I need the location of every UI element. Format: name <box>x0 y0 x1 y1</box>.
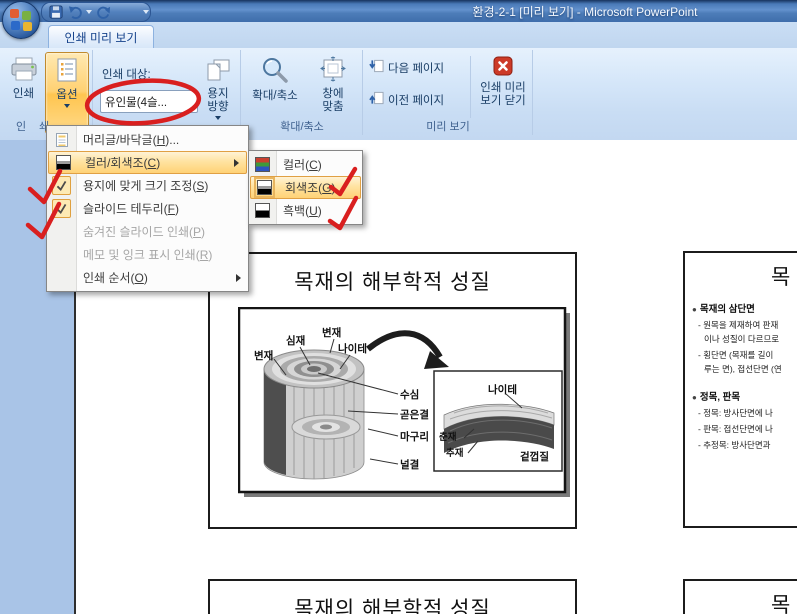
group-label-preview: 미리 보기 <box>364 118 532 134</box>
close-x-icon <box>493 56 513 80</box>
color-swatch-icon <box>249 157 276 172</box>
checkmark-icon <box>52 199 71 218</box>
ribbon-group-zoom: 확대/축소 창에 맞춤 확대/축소 <box>242 50 363 135</box>
orientation-button[interactable]: 용지 방향 <box>198 52 238 132</box>
svg-text:널결: 널결 <box>400 458 419 471</box>
separator <box>470 56 471 118</box>
ribbon-group-print: 인쇄 옵션 인쇄 <box>2 50 93 135</box>
close-print-preview-button[interactable]: 인쇄 미리 보기 닫기 <box>476 52 530 128</box>
svg-text:심재: 심재 <box>286 334 305 347</box>
title-bar: 환경-2-1 [미리 보기] - Microsoft PowerPoint <box>0 0 797 22</box>
bullet-icon: ● <box>692 305 697 314</box>
quick-access-toolbar <box>41 2 151 22</box>
chevron-down-icon <box>64 104 70 108</box>
office-button[interactable] <box>2 1 40 39</box>
svg-text:나이테: 나이테 <box>338 342 367 355</box>
svg-text:수심: 수심 <box>400 388 419 401</box>
slide-title: 목 <box>771 589 790 614</box>
menu-item-print-comments: 메모 및 잉크 표시 인쇄(R) <box>47 243 248 266</box>
print-target-label: 인쇄 대상: <box>102 66 151 82</box>
page-orientation-icon <box>205 56 231 86</box>
previous-page-icon <box>369 90 384 109</box>
next-page-button[interactable]: 다음 페이지 <box>369 58 444 77</box>
printer-icon <box>10 56 38 86</box>
window-title: 환경-2-1 [미리 보기] - Microsoft PowerPoint <box>380 3 790 21</box>
slide-title: 목재의 해부학적 성질 <box>210 266 575 296</box>
tab-print-preview[interactable]: 인쇄 미리 보기 <box>48 25 154 49</box>
print-button-label: 인쇄 <box>13 88 34 101</box>
svg-text:곧은결: 곧은결 <box>400 408 429 421</box>
zoom-button[interactable]: 확대/축소 <box>244 52 306 122</box>
chevron-down-icon <box>215 116 221 120</box>
options-menu: 머리글/바닥글(H)... 컬러/회색조(C) 용지에 맞게 크기 조정(S) … <box>46 125 249 292</box>
slide-preview-2: 목 ●목재의 삼단면 - 원목을 제재하여 판재 이나 성질이 다르므로 - 횡… <box>683 251 797 528</box>
menu-item-color-grayscale[interactable]: 컬러/회색조(C) <box>48 151 247 174</box>
submenu-arrow-icon <box>234 159 239 167</box>
menu-item-header-footer[interactable]: 머리글/바닥글(H)... <box>47 128 248 151</box>
menu-item-scale-to-fit[interactable]: 용지에 맞게 크기 조정(S) <box>47 174 248 197</box>
print-target-combobox[interactable]: 유인물(4슬... <box>100 90 198 113</box>
slide-title: 목재의 해부학적 성질 <box>210 593 575 614</box>
wood-anatomy-diagram: 변재 심재 변재 나이테 수심 곧은결 마구리 널결 <box>238 307 572 499</box>
slide-title: 목 <box>771 261 790 291</box>
print-button[interactable]: 인쇄 <box>4 52 43 118</box>
slide-preview-1: 목재의 해부학적 성질 <box>208 252 577 529</box>
next-page-icon <box>369 58 384 77</box>
zoom-button-label: 확대/축소 <box>252 90 298 103</box>
submenu-item-pure-black-white[interactable]: 흑백(U) <box>249 199 362 222</box>
fit-to-window-icon <box>319 56 347 86</box>
black-white-swatch-icon <box>249 203 276 218</box>
redo-icon[interactable] <box>95 4 111 20</box>
svg-text:나이테: 나이테 <box>488 383 517 396</box>
options-list-page-icon <box>55 57 79 87</box>
group-label-zoom: 확대/축소 <box>242 118 362 134</box>
svg-text:마구리: 마구리 <box>400 430 429 443</box>
svg-text:춘재: 춘재 <box>439 431 456 443</box>
menu-item-print-order[interactable]: 인쇄 순서(O) <box>47 266 248 289</box>
office-logo-icon <box>10 9 19 18</box>
submenu-item-color[interactable]: 컬러(C) <box>249 153 362 176</box>
checkmark-icon <box>52 176 71 195</box>
qat-customize-chevron-down-icon[interactable] <box>140 5 152 19</box>
undo-dropdown-icon[interactable] <box>86 10 92 14</box>
svg-text:겉껍질: 겉껍질 <box>520 451 549 463</box>
svg-text:추재: 추재 <box>446 447 463 459</box>
undo-icon[interactable] <box>67 4 83 20</box>
ribbon-group-page-setup: 인쇄 대상: 유인물(4슬... 용지 방향 <box>94 50 241 135</box>
svg-text:변재: 변재 <box>322 326 341 339</box>
menu-item-print-hidden-slides: 숨겨진 슬라이드 인쇄(P) <box>47 220 248 243</box>
color-grayscale-submenu: 컬러(C) 회색조(G) 흑백(U) <box>248 150 363 225</box>
menu-item-frame-slides[interactable]: 슬라이드 테두리(F) <box>47 197 248 220</box>
save-icon[interactable] <box>48 4 64 20</box>
submenu-item-grayscale[interactable]: 회색조(G) <box>250 176 361 199</box>
svg-text:변재: 변재 <box>254 349 273 362</box>
grayscale-swatch-icon <box>49 155 78 170</box>
magnifier-icon <box>260 56 290 88</box>
slide-preview-4: 목 <box>683 579 797 614</box>
options-button-label: 옵션 <box>56 89 77 102</box>
slide-preview-3: 목재의 해부학적 성질 <box>208 579 577 614</box>
ribbon-tab-row: 인쇄 미리 보기 <box>0 22 797 48</box>
powerpoint-window: 환경-2-1 [미리 보기] - Microsoft PowerPoint 인쇄… <box>0 0 797 614</box>
document-icon <box>47 132 76 148</box>
grayscale-swatch-icon <box>251 180 278 195</box>
ribbon-group-preview: 다음 페이지 이전 페이지 인쇄 미리 보기 닫기 미리 보기 <box>364 50 533 135</box>
submenu-arrow-icon <box>236 274 241 282</box>
previous-page-button[interactable]: 이전 페이지 <box>369 90 444 109</box>
